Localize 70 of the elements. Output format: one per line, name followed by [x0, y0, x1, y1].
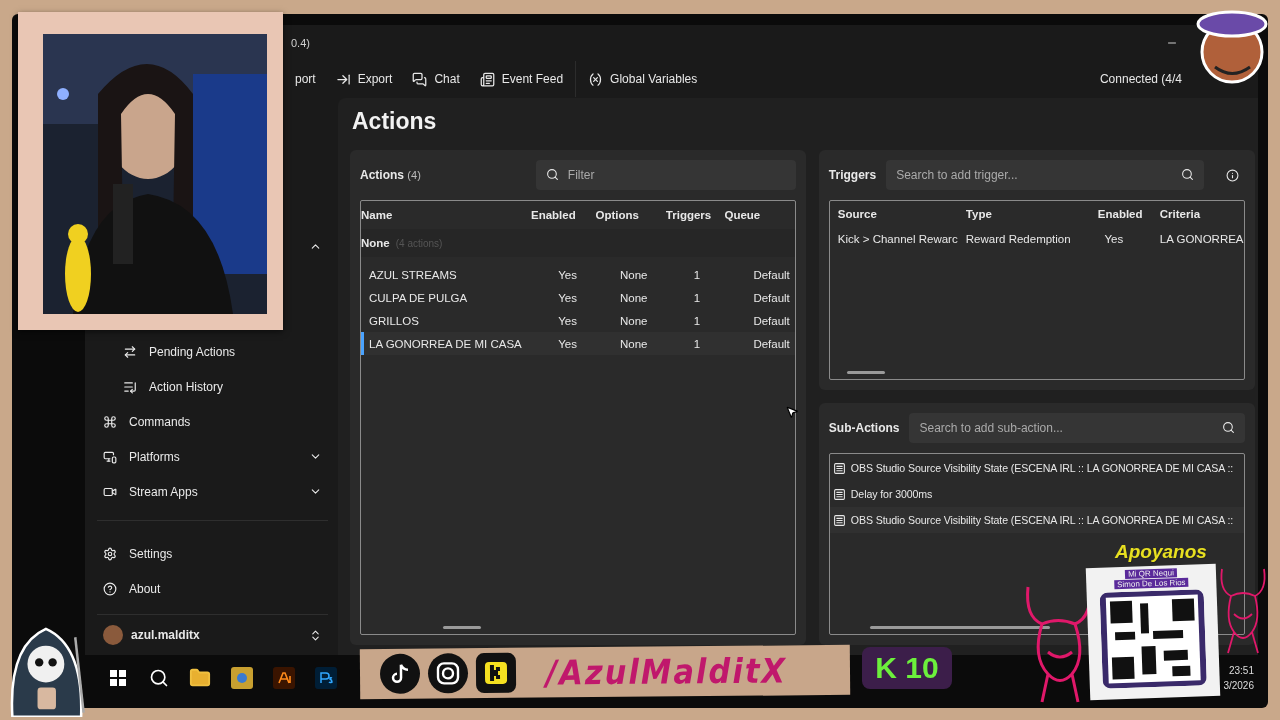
table-cell-text: AZUL STREAMS: [369, 268, 458, 281]
column-header[interactable]: Name: [361, 209, 531, 221]
nav-item[interactable]: Platforms: [97, 439, 328, 474]
toolbar-button[interactable]: Global Variables: [578, 67, 708, 91]
panel-title: Triggers: [828, 168, 877, 182]
panel-title: Actions (4): [360, 168, 421, 182]
nav-item[interactable]: Pending Actions: [97, 334, 328, 369]
table-row[interactable]: LA GONORREA DE MI CASA Yes None 1 Default: [361, 332, 795, 355]
nav-item[interactable]: Action History: [97, 369, 328, 404]
column-header[interactable]: Enabled: [531, 209, 596, 221]
note-text: Mi QR Nequi: [1124, 568, 1177, 579]
table-cell-text: 1: [692, 291, 702, 304]
table-cell-text: None: [618, 337, 649, 350]
table-cell-text: CULPA DE PULGA: [369, 291, 469, 304]
channel-handle: /AzulMalditX: [545, 650, 788, 693]
nav-item[interactable]: Stream Apps: [97, 474, 328, 509]
table-cell-text: Default: [752, 291, 791, 304]
note-text: Simon De Los Rios: [1113, 577, 1189, 590]
table-cell-text: Yes: [557, 291, 578, 304]
sub-action-item[interactable]: OBS Studio Source Visibility State (ESCENA IRL :: LA GONORREA DE MI CASA ::: [829, 507, 1244, 533]
nav-item[interactable]: Commands: [97, 404, 328, 439]
column-header[interactable]: Options: [595, 209, 666, 221]
nav-item[interactable]: About: [97, 571, 328, 606]
panel-title: Sub-Actions: [828, 421, 900, 435]
table-row[interactable]: GRILLOS Yes None 1 Default: [361, 309, 795, 332]
table-cell: LA GONORREA: [1159, 233, 1244, 245]
group-name: None: [361, 237, 390, 249]
column-header[interactable]: Triggers: [665, 209, 725, 221]
table-row[interactable]: CULPA DE PULGA Yes None 1 Default: [361, 286, 795, 309]
sub-action-search-field[interactable]: Search to add sub-action...: [909, 413, 1245, 443]
table-cell-text: Reward Redemption: [965, 233, 1072, 245]
follower-badge: K 10: [862, 647, 952, 689]
toolbar-button[interactable]: Event Feed: [469, 67, 574, 91]
table-cell-text: 1: [692, 314, 702, 327]
table-cell-text: None: [618, 291, 649, 304]
table-cell-text: Yes: [557, 268, 578, 281]
filter-field[interactable]: Filter: [535, 160, 796, 190]
column-header[interactable]: Enabled: [1097, 208, 1160, 220]
table-cell-text: Yes: [557, 314, 578, 327]
sub-action-item[interactable]: OBS Studio Source Visibility State (ESCENA IRL :: LA GONORREA DE MI CASA ::: [829, 455, 1244, 481]
table-cell-text: LA GONORREA DE MI CASA: [369, 337, 523, 350]
column-header[interactable]: Criteria: [1159, 208, 1244, 220]
column-header[interactable]: Source: [837, 208, 966, 220]
table-cell-text: Yes: [1103, 233, 1125, 245]
page-title: Actions: [352, 108, 438, 136]
taskbar-date: 3/2026: [1223, 679, 1254, 691]
table-cell-text: GRILLOS: [369, 314, 420, 327]
user-name[interactable]: azul.malditx: [131, 628, 301, 642]
table-cell-text: None: [618, 314, 649, 327]
toolbar-button[interactable]: Chat: [402, 67, 470, 91]
column-header[interactable]: Queue: [724, 209, 795, 221]
connection-status: Connected (4/4: [1099, 72, 1182, 86]
toolbar-button[interactable]: Export: [325, 67, 403, 91]
table-cell-text: Yes: [557, 337, 578, 350]
table-row[interactable]: AZUL STREAMS Yes None 1 Default: [361, 263, 795, 286]
table-cell-text: Default: [752, 268, 791, 281]
toolbar-button[interactable]: port: [285, 68, 326, 90]
table-cell-text: 1: [692, 268, 702, 281]
table-cell-text: Default: [752, 337, 791, 350]
support-title: Apoyanos: [1115, 541, 1207, 563]
table-cell-text: Kick > Channel Rewarc: [837, 233, 959, 245]
table-cell-text: Default: [752, 314, 791, 327]
column-header[interactable]: Type: [965, 208, 1098, 220]
taskbar-time: 23:51: [1228, 664, 1254, 676]
window-title: 0.4): [291, 36, 310, 49]
trigger-search-field[interactable]: Search to add trigger...: [886, 160, 1204, 190]
table-cell-text: None: [618, 268, 649, 281]
table-cell-text: 1: [692, 337, 702, 350]
nav-item[interactable]: Settings: [97, 536, 328, 571]
sub-action-item[interactable]: Delay for 3000ms: [829, 481, 1244, 507]
